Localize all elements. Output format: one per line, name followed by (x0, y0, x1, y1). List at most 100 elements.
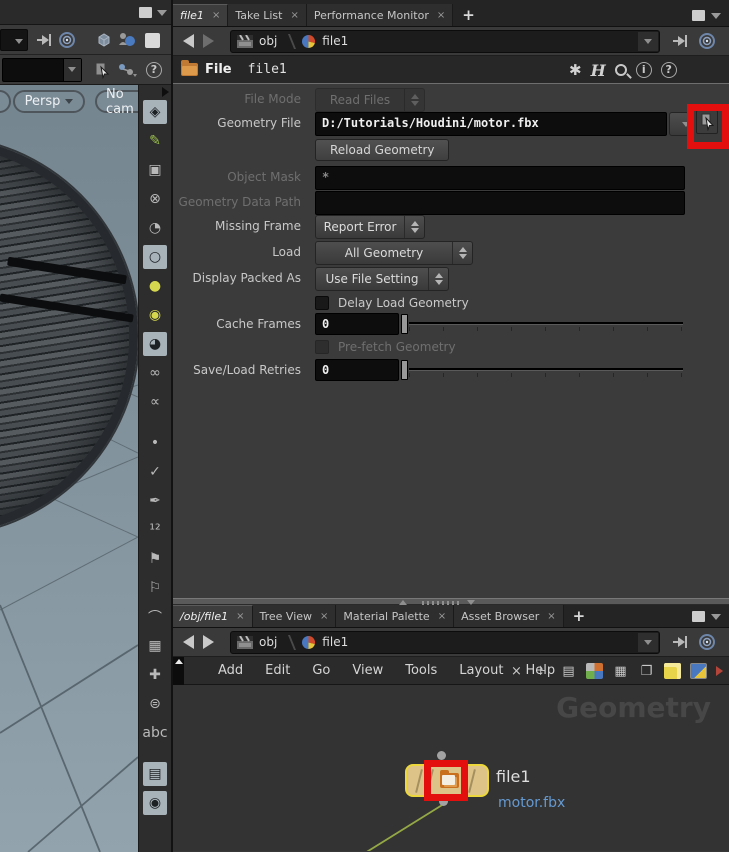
file-chooser-button[interactable] (696, 110, 718, 134)
display-options-icon[interactable] (141, 29, 163, 51)
close-tab-icon[interactable]: × (290, 10, 298, 21)
node-name-field[interactable]: file1 (248, 62, 287, 77)
save-load-retries-slider[interactable] (401, 359, 683, 381)
camera-persp-pill[interactable]: Persp (13, 90, 85, 113)
prefetch-checkbox[interactable] (315, 340, 329, 354)
pane-tab[interactable]: Asset Browser × (454, 605, 564, 627)
background-image-icon[interactable]: ▤ (143, 762, 167, 786)
menu-item[interactable]: Add (207, 663, 254, 678)
pane-menu-icon[interactable] (711, 614, 721, 620)
forward-arrow-icon[interactable] (203, 635, 214, 649)
high-quality-lighting-icon[interactable]: ◉ (143, 303, 167, 327)
material-shading-icon[interactable]: ◕ (143, 332, 167, 356)
node-path-field[interactable]: obj file1 (230, 630, 660, 654)
pane-tab[interactable]: file1 × (173, 4, 229, 26)
uv-grid-icon[interactable]: ▦ (143, 634, 167, 658)
toolbar-overflow-icon[interactable] (162, 87, 169, 97)
help-icon[interactable]: ? (143, 59, 165, 81)
default-lighting-icon[interactable]: ○ (143, 245, 167, 269)
shading-mode-icon[interactable]: ◈ (143, 100, 167, 124)
clock-icon[interactable]: ◔ (143, 216, 167, 240)
tree-view-icon[interactable]: ⊦ (534, 663, 551, 679)
houdini-logo-icon[interactable]: H (591, 61, 606, 80)
viewport-3d[interactable]: Persp No cam (0, 85, 138, 852)
lock-icon[interactable]: ▣ (143, 158, 167, 182)
point-normals-icon[interactable]: ✓ (143, 460, 167, 484)
no-cam-pill[interactable]: No cam (95, 87, 138, 117)
follow-focus-icon[interactable] (56, 29, 78, 51)
text-overlay-icon[interactable]: abc (142, 721, 167, 745)
geometry-data-path-input[interactable] (315, 191, 685, 215)
menu-item[interactable]: Tools (394, 663, 448, 678)
pin-pane-icon[interactable] (34, 29, 56, 51)
point-markers-icon[interactable]: ✒ (143, 489, 167, 513)
reload-geometry-button[interactable]: Reload Geometry (315, 139, 450, 161)
close-tab-icon[interactable]: × (212, 10, 220, 21)
pane-tab[interactable]: /obj/file1 × (173, 605, 253, 627)
cache-frames-input[interactable]: 0 (315, 313, 399, 335)
background-image-icon[interactable] (690, 663, 707, 679)
info-icon[interactable]: i (635, 62, 652, 78)
pin-pane-icon[interactable] (672, 33, 690, 49)
follow-focus-icon[interactable] (698, 633, 716, 651)
menu-item[interactable]: View (341, 663, 394, 678)
link-editor-icon[interactable] (116, 59, 138, 81)
hull-display-icon[interactable]: ⌒ (143, 605, 167, 629)
menu-item[interactable]: Layout (448, 663, 514, 678)
load-dropdown[interactable]: All Geometry (315, 241, 473, 265)
pane-tab[interactable]: Tree View × (252, 605, 337, 627)
cache-frames-slider[interactable] (401, 313, 683, 335)
node-output-connector[interactable] (439, 797, 448, 806)
slider-handle[interactable] (401, 314, 408, 334)
layout-panes-icon[interactable]: ❐ (638, 663, 655, 679)
pane-splitter[interactable] (173, 598, 729, 605)
view-pin-icon[interactable]: ◉ (143, 791, 167, 815)
display-packed-as-dropdown[interactable]: Use File Setting (315, 267, 449, 291)
follow-focus-icon[interactable] (698, 32, 716, 50)
node-path-field[interactable]: obj file1 (230, 29, 660, 53)
back-arrow-icon[interactable] (183, 635, 194, 649)
pane-menu-icon[interactable] (157, 10, 167, 16)
path-dropdown[interactable] (638, 31, 658, 51)
pane-menu-icon[interactable] (711, 13, 721, 19)
geometry-file-input[interactable]: D:/Tutorials/Houdini/motor.fbx (315, 112, 667, 136)
stereo-glasses-icon[interactable]: ∞ (143, 361, 167, 385)
close-tab-icon[interactable]: × (320, 611, 328, 622)
pane-tab[interactable]: Material Palette × (336, 605, 455, 627)
more-icon[interactable] (716, 666, 723, 676)
file-chooser-icon[interactable] (91, 59, 113, 81)
sticky-note-icon[interactable] (664, 663, 681, 679)
snapshot-icon[interactable]: ∝ (143, 390, 167, 414)
help-icon[interactable]: ? (660, 62, 677, 78)
geometry-cube-icon[interactable] (93, 29, 115, 51)
add-tab-button[interactable]: + (453, 4, 484, 26)
pane-tab[interactable]: Performance Monitor × (306, 4, 454, 26)
lasso-select-icon[interactable]: ✎ (143, 129, 167, 153)
headlight-off-icon[interactable]: ⊗ (143, 187, 167, 211)
file1-node[interactable] (405, 764, 489, 797)
close-tab-icon[interactable]: × (236, 611, 244, 622)
save-load-retries-input[interactable]: 0 (315, 359, 399, 381)
pane-tab[interactable]: Take List × (228, 4, 307, 26)
color-grid-icon[interactable] (586, 663, 603, 679)
close-tab-icon[interactable]: × (547, 611, 555, 622)
menubar-scroll-icon[interactable] (173, 657, 184, 685)
path-dropdown[interactable] (638, 632, 658, 652)
file-mode-dropdown[interactable]: Read Files (315, 88, 425, 112)
points-display-icon[interactable]: • (143, 431, 167, 455)
object-mask-input[interactable]: * (315, 166, 685, 190)
close-tab-icon[interactable]: × (438, 611, 446, 622)
forward-arrow-icon[interactable] (203, 34, 214, 48)
back-arrow-icon[interactable] (183, 34, 194, 48)
search-icon[interactable] (614, 64, 627, 76)
axis-icon[interactable]: ✚ (143, 663, 167, 687)
menu-item[interactable]: Edit (254, 663, 301, 678)
delay-load-checkbox[interactable] (315, 296, 329, 310)
gear-menu-icon[interactable]: ✱ (569, 61, 582, 79)
point-numbers-icon[interactable]: ¹² (143, 518, 167, 542)
close-tab-icon[interactable]: × (437, 10, 445, 21)
prim-numbers-icon[interactable]: ⚐ (143, 576, 167, 600)
slider-handle[interactable] (401, 360, 408, 380)
geometry-file-history-dropdown[interactable] (669, 112, 690, 136)
maximize-pane-icon[interactable] (139, 7, 152, 18)
